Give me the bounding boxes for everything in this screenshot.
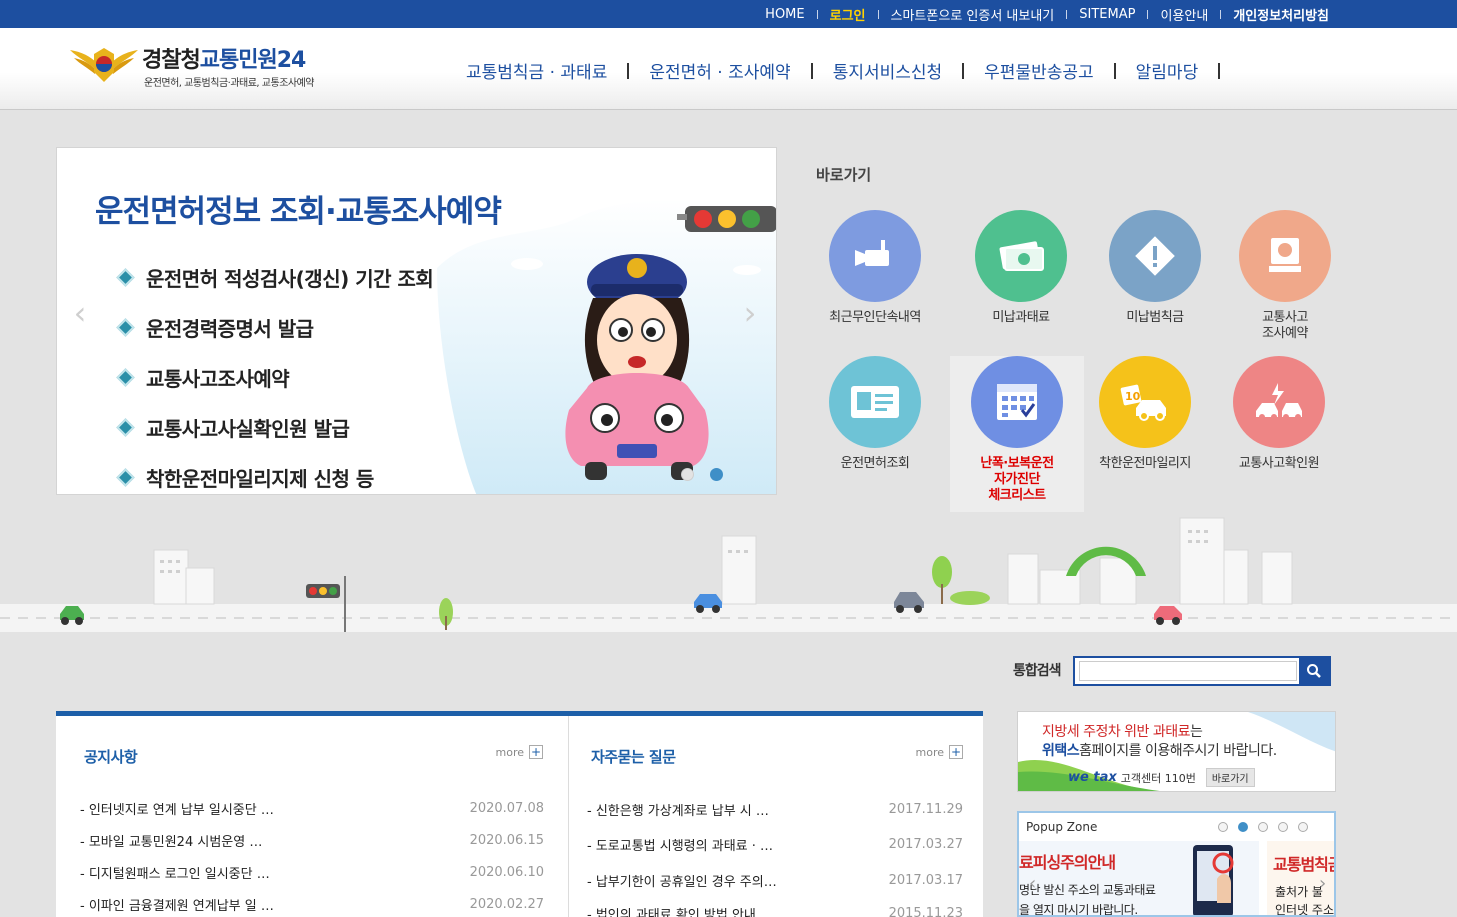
banner-pagination — [681, 468, 723, 481]
site-logo[interactable]: 경찰청교통민원24 운전면허, 교통범칙금·과태료, 교통조사예약 — [68, 42, 358, 92]
money-icon — [975, 210, 1067, 302]
calendar-check-icon — [971, 356, 1063, 448]
search-icon — [1307, 664, 1321, 678]
mileage-car-icon: 10 — [1099, 356, 1191, 448]
diamond-bullet-icon — [116, 317, 135, 337]
quick-link-license-lookup[interactable]: 운전면허조회 — [808, 356, 942, 472]
banner-feature-list: 운전면허 적성검사(갱신) 기간 조회 운전경력증명서 발급 교통사고조사예약 … — [115, 252, 434, 494]
notice-list-item[interactable]: - 인터넷지로 연계 납부 일시중단 … 2020.07.08 — [80, 792, 544, 824]
plus-icon: + — [949, 745, 963, 759]
quick-link-accident-reservation[interactable]: 교통사고 조사예약 — [1218, 210, 1352, 342]
top-utility-bar: HOME 로그인 스마트폰으로 인증서 내보내기 SITEMAP 이용안내 개인… — [0, 0, 1457, 28]
police-emblem-icon — [70, 48, 138, 82]
notice-list: - 인터넷지로 연계 납부 일시중단 … 2020.07.08 - 모바일 교통민… — [80, 792, 544, 917]
nav-fines-penalties[interactable]: 교통범칙금 · 과태료 — [466, 58, 649, 83]
nav-notice-board[interactable]: 알림마당 — [1136, 58, 1241, 83]
faq-list-item[interactable]: - 도로교통법 시행령의 과태료 · … 2017.03.27 — [587, 826, 963, 862]
popup-prev-arrow-icon[interactable]: ‹ — [1029, 873, 1036, 894]
phone-touch-icon — [1193, 845, 1234, 915]
warning-icon — [1109, 210, 1201, 302]
banner-feature-item[interactable]: 교통사고조사예약 — [115, 352, 433, 402]
utility-cert-export-link[interactable]: 스마트폰으로 인증서 내보내기 — [866, 5, 1055, 24]
faq-board: 자주묻는 질문 more + - 신한은행 가상계좌로 납부 시 … 2017.11… — [568, 716, 983, 917]
utility-privacy-link[interactable]: 개인정보처리방침 — [1208, 5, 1329, 24]
notice-list-item[interactable]: - 이파인 금융결제원 연계납부 일 … 2020.02.27 — [80, 888, 544, 917]
popup-zone-title: Popup Zone — [1026, 820, 1098, 834]
notice-list-item[interactable]: - 모바일 교통민원24 시범운영 … 2020.06.15 — [80, 824, 544, 856]
faq-list-item[interactable]: - 법인의 과태료 확인 방법 안내 2015.11.23 — [587, 898, 963, 917]
diamond-bullet-icon — [116, 267, 135, 287]
nav-returned-mail-notice[interactable]: 우편물반송공고 — [984, 58, 1135, 83]
wetax-line-3: we tax 고객센터 110번 바로가기 — [1068, 768, 1255, 787]
banner-dot-2[interactable] — [710, 468, 723, 481]
popup-dot-1[interactable] — [1218, 822, 1228, 832]
utility-menu: HOME 로그인 스마트폰으로 인증서 내보내기 SITEMAP 이용안내 개인… — [765, 0, 1329, 28]
diamond-bullet-icon — [116, 467, 135, 487]
plus-icon: + — [529, 745, 543, 759]
boards-section: 공지사항 more + - 인터넷지로 연계 납부 일시중단 … 2020.07.0… — [56, 711, 983, 917]
reservation-icon — [1239, 210, 1331, 302]
quick-link-unpaid-penalties[interactable]: 미납범칙금 — [1088, 210, 1222, 326]
banner-dot-1[interactable] — [681, 468, 694, 481]
quick-link-reckless-driving-checklist[interactable]: 난폭·보복운전 자가진단 체크리스트 — [950, 356, 1084, 512]
notice-more-button[interactable]: more + — [496, 745, 543, 759]
banner-feature-item[interactable]: 운전경력증명서 발급 — [115, 302, 433, 352]
search-button[interactable] — [1299, 658, 1329, 684]
faq-board-title: 자주묻는 질문 — [591, 748, 676, 766]
banner-prev-arrow-icon[interactable]: ‹ — [67, 294, 93, 332]
logo-subtitle: 운전면허, 교통범칙금·과태료, 교통조사예약 — [144, 78, 315, 89]
faq-list: - 신한은행 가상계좌로 납부 시 … 2017.11.29 - 도로교통법 시행… — [587, 792, 963, 917]
utility-guide-link[interactable]: 이용안내 — [1135, 5, 1208, 24]
license-card-icon — [829, 356, 921, 448]
wetax-go-button[interactable]: 바로가기 — [1205, 768, 1255, 787]
popup-next-arrow-icon[interactable]: › — [1319, 873, 1326, 894]
crash-icon — [1233, 356, 1325, 448]
wetax-line-2: 위택스홈페이지를 이용해주시기 바랍니다. — [1042, 743, 1277, 759]
popup-pagination — [1218, 822, 1308, 832]
utility-sitemap-link[interactable]: SITEMAP — [1054, 7, 1135, 22]
notice-board-title: 공지사항 — [84, 748, 138, 766]
notice-list-item[interactable]: - 디지털원패스 로그인 일시중단 … 2020.06.10 — [80, 856, 544, 888]
popup-zone: Popup Zone 료피싱주의안내 명난 발신 주소의 교통과태료 을 열지 … — [1017, 811, 1336, 917]
nav-notification-service[interactable]: 통지서비스신청 — [833, 58, 984, 83]
quick-links-grid: 최근무인단속내역 미납과태료 미납범칙금 교통사고 조사예약 운전면허조회 난폭… — [808, 210, 1348, 512]
popup-dot-4[interactable] — [1278, 822, 1288, 832]
faq-list-item[interactable]: - 신한은행 가상계좌로 납부 시 … 2017.11.29 — [587, 792, 963, 826]
camera-icon — [829, 210, 921, 302]
quick-link-accident-certificate[interactable]: 교통사고확인원 — [1212, 356, 1346, 472]
site-header: 경찰청교통민원24 운전면허, 교통범칙금·과태료, 교통조사예약 교통범칙금 … — [0, 28, 1457, 110]
faq-more-button[interactable]: more + — [916, 745, 963, 759]
diamond-bullet-icon — [116, 417, 135, 437]
quick-link-good-driving-mileage[interactable]: 10 착한운전마일리지 — [1078, 356, 1212, 472]
quick-link-unpaid-fines[interactable]: 미납과태료 — [954, 210, 1088, 326]
banner-feature-item[interactable]: 착한운전마일리지제 신청 등 — [115, 452, 433, 494]
quick-links-title: 바로가기 — [816, 166, 872, 184]
popup-dot-2[interactable] — [1238, 822, 1248, 832]
main-navigation: 교통범칙금 · 과태료 운전면허 · 조사예약 통지서비스신청 우편물반송공고 … — [466, 58, 1240, 83]
notice-board: 공지사항 more + - 인터넷지로 연계 납부 일시중단 … 2020.07.0… — [56, 716, 567, 917]
banner-feature-item[interactable]: 운전면허 적성검사(갱신) 기간 조회 — [115, 252, 434, 302]
wetax-line-1: 지방세 주정차 위반 과태료는 — [1042, 724, 1203, 740]
search-input[interactable] — [1079, 661, 1297, 681]
faq-list-item[interactable]: - 납부기한이 공휴일인 경우 주의… 2017.03.17 — [587, 862, 963, 898]
banner-title: 운전면허정보 조회·교통조사예약 — [95, 194, 502, 230]
diamond-bullet-icon — [116, 367, 135, 387]
main-banner-slider: 운전면허정보 조회·교통조사예약 운전면허 적성검사(갱신) 기간 조회 운전경… — [56, 147, 777, 495]
wetax-logo: we tax — [1068, 770, 1117, 785]
popup-dot-3[interactable] — [1258, 822, 1268, 832]
nav-license-reservation[interactable]: 운전면허 · 조사예약 — [649, 58, 832, 83]
utility-login-link[interactable]: 로그인 — [805, 5, 866, 24]
popup-dot-5[interactable] — [1298, 822, 1308, 832]
svg-text:10: 10 — [1125, 390, 1141, 403]
integrated-search-label: 통합검색 — [1013, 663, 1062, 679]
banner-feature-item[interactable]: 교통사고사실확인원 발급 — [115, 402, 433, 452]
quick-link-recent-enforcement[interactable]: 최근무인단속내역 — [808, 210, 942, 326]
wetax-banner[interactable]: 지방세 주정차 위반 과태료는 위택스홈페이지를 이용해주시기 바랍니다. we… — [1017, 711, 1336, 792]
integrated-search-box — [1073, 656, 1331, 686]
logo-title: 경찰청교통민원24 — [142, 48, 306, 73]
city-road-illustration — [0, 517, 1457, 632]
popup-slide-phishing[interactable]: 료피싱주의안내 명난 발신 주소의 교통과태료 을 열지 마시기 바랍니다. — [1019, 841, 1259, 915]
utility-home-link[interactable]: HOME — [765, 7, 804, 22]
banner-next-arrow-icon[interactable]: › — [737, 294, 763, 332]
